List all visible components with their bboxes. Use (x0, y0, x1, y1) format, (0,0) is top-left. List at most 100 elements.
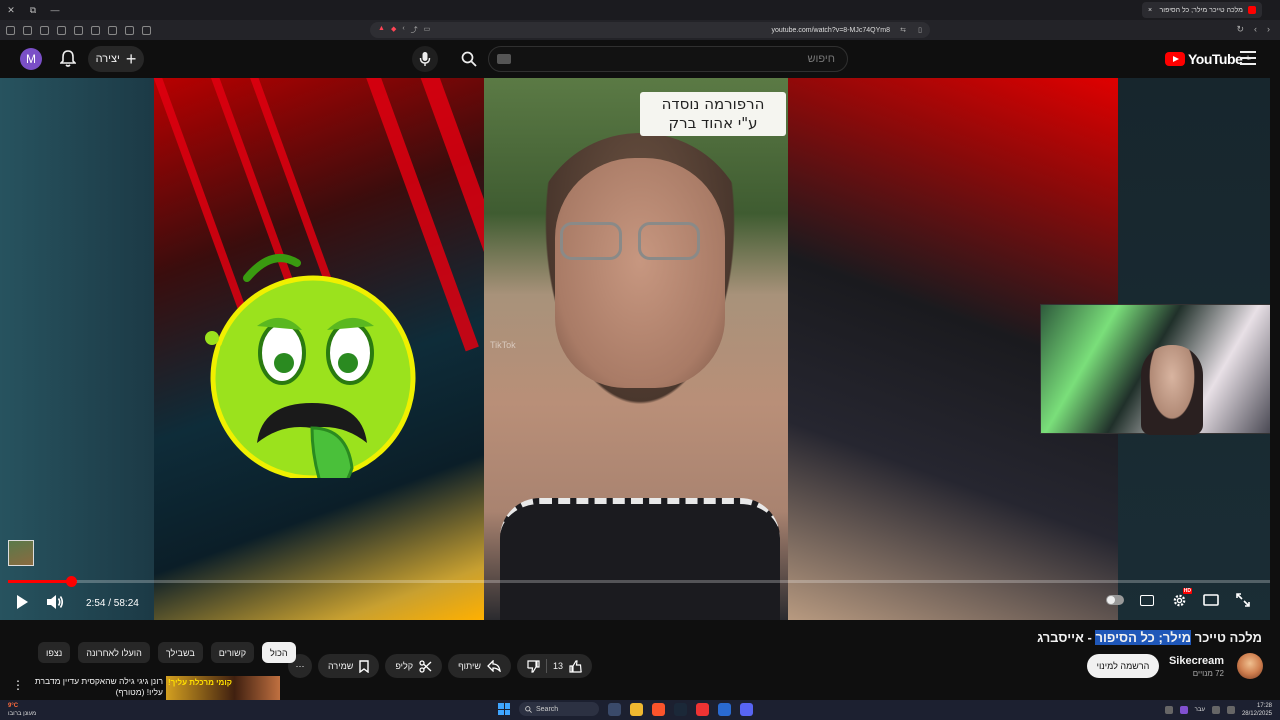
subscribe-button[interactable]: הרשמה למינוי (1087, 654, 1159, 678)
progress-played (8, 580, 71, 583)
browser-tab-active[interactable]: מלכה טייכר מילר; כל הסיפור × (1142, 2, 1262, 18)
clip-button[interactable]: קליפ (385, 654, 443, 678)
translate-icon[interactable]: ⇆ (900, 26, 906, 34)
subscriber-count: 72 מנויים (1192, 669, 1224, 678)
back-icon[interactable]: ‹ (402, 25, 404, 35)
search-input[interactable] (488, 46, 848, 72)
chip-all[interactable]: הכול (262, 642, 296, 663)
share-button[interactable]: שיתוף (448, 654, 511, 678)
chip-watched[interactable]: נצפו (38, 642, 71, 663)
tray-overflow-icon[interactable] (1164, 706, 1173, 714)
channel-avatar[interactable] (1237, 653, 1263, 679)
progress-scrubber-handle[interactable] (65, 576, 77, 587)
music-icon[interactable] (91, 25, 100, 35)
keyboard-icon[interactable] (497, 54, 511, 64)
opera-gx-icon[interactable] (696, 702, 709, 716)
video-player[interactable]: TikTok הרפורמה נוסדה ע"י אהוד ברק 2:54 /… (0, 78, 1270, 620)
youtube-logo[interactable]: YouTube IL (1165, 51, 1251, 67)
player-right-controls: HD (1106, 588, 1252, 608)
like-icon[interactable] (569, 659, 582, 673)
window-minimize-icon[interactable]: — (44, 5, 66, 15)
extension-icon[interactable] (125, 25, 134, 35)
reload-icon[interactable]: ↻ (1236, 24, 1244, 35)
theater-icon (1203, 594, 1219, 606)
wifi-icon[interactable] (1211, 706, 1220, 714)
voice-search-button[interactable] (412, 46, 438, 72)
create-button[interactable]: יצירה + (88, 46, 144, 72)
hd-badge: HD (1182, 588, 1192, 594)
theater-mode-button[interactable] (1202, 592, 1220, 608)
brave-browser-icon[interactable] (652, 702, 665, 716)
avatar[interactable]: M (20, 48, 42, 70)
notifications-bell-icon[interactable] (59, 50, 77, 72)
steam-icon[interactable] (674, 702, 687, 716)
window-restore-icon[interactable]: ⧉ (22, 5, 44, 16)
screenshot-icon[interactable] (108, 25, 117, 35)
os-taskbar: 9°C מעונן ברובו Search עבר 17:28 28/12/2… (0, 700, 1280, 720)
subtitles-icon (1140, 594, 1154, 606)
recommended-video-item[interactable]: ⋮ רונן גיגי גילה שהאקסית עדיין מדברת עלי… (0, 674, 285, 702)
vpn-icon[interactable] (142, 25, 151, 35)
search-icon (461, 51, 477, 67)
caption-line-2: ע"י אהוד ברק (668, 114, 758, 132)
subtitles-button[interactable] (1138, 592, 1156, 608)
bookmark-icon[interactable]: ▯ (918, 26, 922, 34)
youtube-play-logo-icon (1165, 52, 1185, 66)
autoplay-toggle[interactable] (1106, 592, 1124, 608)
weather-widget[interactable]: 9°C מעונן ברובו (8, 702, 36, 718)
clip-label: קליפ (395, 661, 414, 671)
task-view-icon[interactable] (608, 702, 621, 716)
time-display: 2:54 / 58:24 (86, 598, 139, 609)
title-part-1: מלכה טייכר (1191, 630, 1262, 645)
progress-bar[interactable] (8, 576, 1270, 587)
save-button[interactable]: שמירה (318, 654, 380, 678)
url-text: youtube.com/watch?v=8-MJc74QYm8 (771, 26, 890, 34)
chip-recently-uploaded[interactable]: הועלו לאחרונה (78, 642, 150, 663)
warning-icon[interactable]: ▲ (378, 25, 385, 35)
plus-icon: + (125, 49, 137, 69)
windows-start-icon[interactable] (498, 703, 510, 715)
chip-for-you[interactable]: בשבילך (157, 642, 203, 663)
brave-shield-icon[interactable]: ◆ (391, 25, 396, 35)
taskbar-search[interactable]: Search (519, 702, 599, 716)
settings-button[interactable]: HD (1170, 588, 1192, 608)
search-button[interactable] (452, 46, 486, 72)
app-icon[interactable] (718, 702, 731, 716)
browser-nav-right: ↻ ‹ › (1236, 24, 1270, 35)
tab-close-icon[interactable]: × (1148, 7, 1152, 14)
speaker-icon[interactable] (1226, 706, 1235, 714)
fullscreen-button[interactable] (1234, 592, 1252, 608)
menu-icon[interactable] (6, 25, 15, 35)
volume-button[interactable] (46, 594, 64, 614)
forward-arrow-icon[interactable]: › (1267, 24, 1270, 35)
toggle-switch-icon (1106, 595, 1124, 605)
fullscreen-icon (1236, 593, 1250, 607)
reader-icon[interactable]: ▭ (424, 25, 431, 35)
system-clock[interactable]: 17:28 28/12/2025 (1242, 702, 1272, 718)
play-button[interactable] (14, 594, 30, 610)
discord-icon[interactable] (740, 702, 753, 716)
nauseated-emoji-icon (205, 254, 416, 478)
rec-video-thumbnail[interactable]: קומי מרכלת עליך! (166, 676, 280, 700)
browser-tab-strip: ✕ ⧉ — + מלכה טייכר מילר; כל הסיפור × (0, 0, 1280, 20)
panel-icon[interactable] (74, 25, 83, 35)
share-label: שיתוף (458, 661, 481, 671)
caption-line-1: הרפורמה נוסדה (661, 95, 765, 113)
create-label: יצירה (95, 53, 120, 65)
share-icon[interactable]: ⤴ (411, 25, 418, 35)
guide-menu-icon[interactable] (1240, 51, 1256, 65)
shield-icon[interactable] (23, 25, 32, 35)
tray-app-icon[interactable] (1179, 706, 1188, 714)
dislike-icon[interactable] (527, 659, 540, 673)
back-arrow-icon[interactable]: ‹ (1254, 24, 1257, 35)
file-explorer-icon[interactable] (630, 702, 643, 716)
channel-name[interactable]: Sikecream (1169, 655, 1224, 667)
rec-video-title[interactable]: רונן גיגי גילה שהאקסית עדיין מדברת עליו!… (23, 676, 163, 698)
chip-related[interactable]: קשורים (210, 642, 255, 663)
window-close-icon[interactable]: ✕ (0, 5, 22, 16)
address-bar[interactable]: ▲ ◆ ‹ ⤴ ▭ youtube.com/watch?v=8-MJc74QYm… (370, 22, 930, 38)
language-indicator[interactable]: עבר (1195, 707, 1205, 713)
tabs-icon[interactable] (57, 25, 66, 35)
like-count: 13 (552, 661, 563, 671)
puzzle-icon[interactable] (40, 25, 49, 35)
